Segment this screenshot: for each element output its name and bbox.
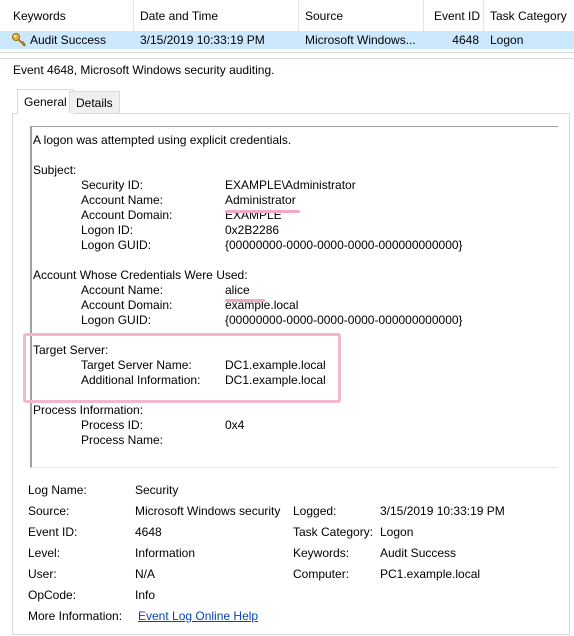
more-info-label: More Information: [28,609,123,623]
log-name-label: Log Name: [28,483,87,497]
level-label: Level: [28,546,61,560]
tab-details[interactable]: Details [69,91,120,113]
column-header-date-time[interactable]: Date and Time [134,0,299,31]
subject-label: Logon ID: [81,223,134,237]
computer-value: PC1.example.local [380,567,481,581]
level-value: Information [135,546,196,560]
keywords-label: Keywords: [293,546,350,560]
log-name-value: Security [135,483,179,497]
subject-label: Security ID: [81,178,144,192]
source-value: Microsoft Windows security [135,504,281,518]
event-id-value: 4648 [135,525,162,539]
creds-value: {00000000-0000-0000-0000-000000000000} [225,313,463,327]
subject-label: Account Name: [81,193,164,207]
creds-label: Account Name: [81,283,164,297]
computer-label: Computer: [293,567,350,581]
row-event-id: 4648 [452,33,479,47]
row-task-category: Logon [490,33,524,47]
underline-mark [225,210,300,213]
creds-heading: Account Whose Credentials Were Used: [33,268,248,282]
event-list-header: Keywords Date and Time Source Event ID T… [0,0,574,32]
subject-value: EXAMPLE\Administrator [225,178,356,192]
divider [0,58,574,59]
column-header-task-category[interactable]: Task Category [484,0,574,31]
keywords-value: Audit Success [380,546,457,560]
subject-label: Logon GUID: [81,238,152,252]
creds-label: Logon GUID: [81,313,152,327]
user-value: N/A [135,567,156,581]
event-id-label: Event ID: [28,525,78,539]
target-label: Additional Information: [81,373,201,387]
subject-label: Account Domain: [81,208,173,222]
process-label: Process ID: [81,418,144,432]
key-icon [11,32,26,47]
target-heading: Target Server: [33,343,109,357]
subject-value: {00000000-0000-0000-0000-000000000000} [225,238,463,252]
event-title: Event 4648, Microsoft Windows security a… [13,63,275,77]
target-label: Target Server Name: [81,358,192,372]
opcode-label: OpCode: [28,588,77,602]
process-heading: Process Information: [33,403,144,417]
row-keyword: Audit Success [30,33,107,47]
task-category-label: Task Category: [293,525,374,539]
target-value: DC1.example.local [225,358,326,372]
subject-heading: Subject: [33,163,77,177]
event-list: Keywords Date and Time Source Event ID T… [0,0,574,53]
tab-general[interactable]: General [17,89,74,114]
subject-value: Administrator [225,193,296,207]
column-header-keywords[interactable]: Keywords [7,0,134,31]
user-label: User: [28,567,57,581]
target-value: DC1.example.local [225,373,326,387]
task-category-value: Logon [380,525,414,539]
row-source: Microsoft Windows... [305,33,416,47]
event-row-selected[interactable]: Audit Success 3/15/2019 10:33:19 PM Micr… [0,31,574,49]
opcode-value: Info [135,588,156,602]
column-header-source[interactable]: Source [299,0,424,31]
process-value: 0x4 [225,418,245,432]
event-log-online-help-link[interactable]: Event Log Online Help [138,609,258,624]
column-header-event-id[interactable]: Event ID [424,0,484,31]
source-label: Source: [28,504,70,518]
row-date-time: 3/15/2019 10:33:19 PM [140,33,265,47]
creds-label: Account Domain: [81,298,173,312]
logged-label: Logged: [293,504,337,518]
creds-value: alice [225,283,250,297]
subject-value: 0x2B2286 [225,223,280,237]
logged-value: 3/15/2019 10:33:19 PM [380,504,505,518]
underline-mark [225,299,265,302]
message-intro: A logon was attempted using explicit cre… [33,133,292,147]
process-label: Process Name: [81,433,164,447]
